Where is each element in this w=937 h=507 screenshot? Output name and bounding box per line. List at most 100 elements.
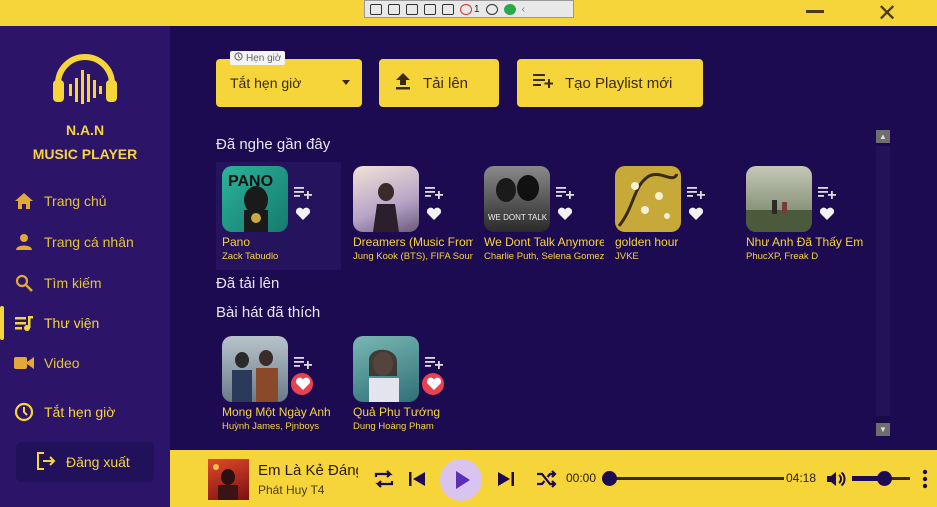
album-art [353,166,419,232]
upload-button[interactable]: Tải lên [379,59,499,107]
more-options-icon[interactable] [922,469,928,489]
nav-label: Thư viện [44,315,100,331]
home-icon [14,191,34,211]
add-to-playlist-icon[interactable] [556,186,574,200]
volume-icon[interactable] [824,467,848,491]
scrollbar-thumb[interactable] [876,146,890,416]
play-icon [455,470,471,495]
svg-text:PANO: PANO [228,173,273,190]
song-card[interactable]: WE DONT TALK We Dont Talk Anymore Charli… [478,162,604,270]
add-to-playlist-icon[interactable] [425,356,443,370]
section-liked-title: Bài hát đã thích [216,304,321,321]
accessibility-icon[interactable] [485,3,498,15]
timer-hint: Hẹn giờ [230,51,286,65]
search-icon [14,273,34,293]
nav-label: Video [44,355,80,371]
seek-knob[interactable] [602,471,617,486]
nav-item-video[interactable]: Video [0,344,170,382]
repeat-icon[interactable] [372,467,396,491]
song-artist: Dung Hoàng Phạm [353,421,434,432]
close-button[interactable]: ✕ [876,1,898,25]
scroll-up-arrow-icon[interactable]: ▲ [876,130,890,143]
song-artist: JVKE [615,251,639,262]
now-playing-artist: Phát Huy T4 [258,483,325,497]
nav-label: Trang cá nhân [44,234,134,250]
nav-item-home[interactable]: Trang chủ [0,182,170,220]
title-bar: 1 ‹ ✕ [0,0,937,26]
album-art: WE DONT TALK [484,166,550,232]
clock-icon [14,402,34,422]
video-icon [14,353,34,373]
crop-icon[interactable] [442,3,454,15]
section-uploaded-title: Đã tải lên [216,275,280,292]
song-card[interactable]: Mong Một Ngày Anh Huỳnh James, Pjnboys [216,332,341,440]
add-to-playlist-icon[interactable] [294,186,312,200]
record-icon[interactable] [460,3,472,15]
collapse-icon[interactable]: ‹ [522,4,534,15]
current-time: 00:00 [566,471,597,485]
add-to-playlist-icon[interactable] [687,186,705,200]
logout-icon [36,451,56,474]
heart-icon[interactable] [819,207,835,223]
vertical-scrollbar[interactable]: ▲ ▼ [876,130,890,436]
logout-button[interactable]: Đăng xuất [16,442,154,482]
song-artist: Charlie Puth, Selena Gomez [484,251,604,262]
document-icon[interactable] [370,3,382,15]
playlist-add-icon [533,73,554,93]
song-card[interactable]: Dreamers (Music From Jung Kook (BTS), FI… [347,162,473,270]
recorder-toolbar: 1 ‹ [364,0,574,18]
album-art [353,336,419,402]
total-time: 04:18 [786,471,817,485]
nav-label: Tìm kiếm [44,275,102,291]
record-count: 1 [474,3,480,15]
add-to-playlist-icon[interactable] [294,356,312,370]
volume-knob[interactable] [876,471,892,486]
section-recent-title: Đã nghe gần đây [216,136,331,153]
sidebar: N.A.N MUSIC PLAYER Trang chủ Trang cá nh… [0,26,170,507]
app-brand: N.A.N MUSIC PLAYER [0,118,170,166]
logout-label: Đăng xuất [66,454,130,470]
heart-icon[interactable] [426,207,442,223]
song-card[interactable]: Quả Phụ Tướng Dung Hoàng Phạm [347,332,472,440]
nav-label: Tắt hẹn giờ [44,404,116,420]
timer-dropdown[interactable]: Tắt hẹn giờ [216,59,362,107]
scroll-down-arrow-icon[interactable]: ▼ [876,423,890,436]
camera-icon[interactable] [388,3,400,15]
heart-icon[interactable] [295,207,311,223]
heart-filled-icon [295,377,311,393]
song-artist: Zack Tabudlo [222,251,279,262]
pointer-icon[interactable] [406,3,418,15]
heart-icon[interactable] [688,207,704,223]
song-title: Mong Một Ngày Anh [222,405,331,419]
upload-icon [395,72,411,94]
check-icon[interactable] [503,3,516,15]
new-playlist-button[interactable]: Tạo Playlist mới [517,59,703,107]
shuffle-icon[interactable] [534,467,558,491]
nav-item-search[interactable]: Tìm kiếm [0,264,170,302]
clock-small-icon [234,52,243,64]
song-card[interactable]: Như Anh Đã Thấy Em PhucXP, Freak D [740,162,865,270]
library-icon [14,313,34,333]
seek-bar[interactable] [604,477,784,480]
previous-icon[interactable] [405,467,429,491]
add-to-playlist-icon[interactable] [818,186,836,200]
nav-item-library[interactable]: Thư viện [0,304,170,342]
song-card[interactable]: PANO Pano Zack Tabudlo [216,162,341,270]
song-artist: PhucXP, Freak D [746,251,819,262]
minimize-button[interactable] [806,10,824,13]
song-artist: Huỳnh James, Pjnboys [222,421,320,432]
brand-line-2: MUSIC PLAYER [32,146,138,162]
add-to-playlist-icon[interactable] [425,186,443,200]
song-card[interactable]: golden hour JVKE [609,162,734,270]
heart-icon[interactable] [557,207,573,223]
region-icon[interactable] [424,3,436,15]
now-playing-cover [208,459,249,500]
nav-item-profile[interactable]: Trang cá nhân [0,223,170,261]
next-icon[interactable] [494,467,518,491]
album-art [222,336,288,402]
svg-text:WE DONT TALK: WE DONT TALK [488,213,548,222]
nav-label: Trang chủ [44,193,107,209]
play-button[interactable] [440,459,482,501]
timer-value: Tắt hẹn giờ [230,75,302,91]
nav-item-timer[interactable]: Tắt hẹn giờ [0,393,170,431]
